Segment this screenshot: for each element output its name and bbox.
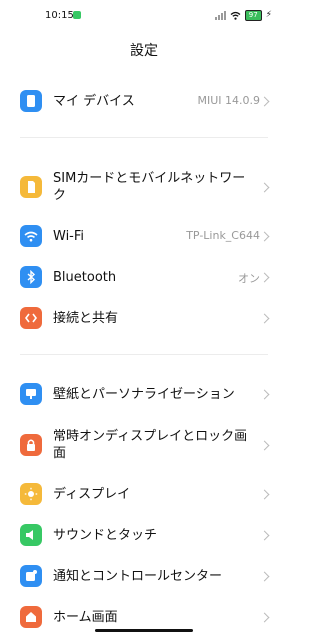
- settings-item-my-device[interactable]: マイ デバイス MIUI 14.0.9: [0, 84, 288, 118]
- item-label: Bluetooth: [53, 270, 117, 285]
- item-label: 常時オンディスプレイとロック画面: [53, 429, 248, 461]
- display-icon: [20, 483, 42, 505]
- settings-item-wallpaper[interactable]: 壁紙とパーソナライゼーション: [0, 377, 288, 411]
- chevron-right-icon: [259, 272, 270, 283]
- chevron-right-icon: [259, 440, 270, 451]
- settings-item-sound[interactable]: サウンドとタッチ: [0, 518, 288, 552]
- chevron-right-icon: [259, 530, 270, 541]
- item-label: 接続と共有: [53, 311, 119, 326]
- item-value: オン: [238, 272, 260, 285]
- chevron-right-icon: [259, 571, 270, 582]
- charging-icon: ⚡: [265, 10, 272, 20]
- gesture-bar[interactable]: [95, 629, 193, 632]
- wifi-icon: [20, 225, 42, 247]
- chevron-right-icon: [259, 96, 270, 107]
- divider: [20, 137, 268, 138]
- item-label: マイ デバイス: [53, 94, 135, 109]
- chevron-right-icon: [259, 313, 270, 324]
- settings-item-connection-sharing[interactable]: 接続と共有: [0, 301, 288, 335]
- status-bar: 10:15 97 ⚡: [0, 0, 288, 28]
- chevron-right-icon: [259, 231, 270, 242]
- item-label: ディスプレイ: [53, 487, 131, 502]
- item-label: サウンドとタッチ: [53, 528, 158, 543]
- wallpaper-icon: [20, 383, 42, 405]
- chevron-right-icon: [259, 489, 270, 500]
- item-value: TP-Link_C644: [186, 229, 260, 242]
- status-right: 97 ⚡: [214, 10, 272, 21]
- item-value: MIUI 14.0.9: [197, 94, 260, 107]
- signal-icon: [214, 11, 226, 20]
- battery-icon: 97: [244, 10, 262, 21]
- page-title: 設定: [130, 43, 158, 59]
- settings-item-lock-screen[interactable]: 常時オンディスプレイとロック画面: [0, 426, 288, 464]
- sound-icon: [20, 524, 42, 546]
- phone-icon: [20, 90, 42, 112]
- chevron-right-icon: [259, 612, 270, 623]
- chevron-right-icon: [259, 182, 270, 193]
- chevron-right-icon: [259, 389, 270, 400]
- settings-item-wifi[interactable]: Wi-Fi TP-Link_C644: [0, 219, 288, 253]
- settings-item-sim[interactable]: SIMカードとモバイルネットワーク: [0, 168, 288, 206]
- home-icon: [20, 606, 42, 628]
- notification-icon: [20, 565, 42, 587]
- item-label: ホーム画面: [53, 610, 118, 625]
- item-label: 壁紙とパーソナライゼーション: [53, 387, 235, 402]
- settings-item-bluetooth[interactable]: Bluetooth オン: [0, 260, 288, 294]
- item-label: Wi-Fi: [53, 229, 85, 244]
- notification-dot-icon: [73, 11, 81, 19]
- wifi-status-icon: [230, 11, 241, 20]
- sim-icon: [20, 176, 42, 198]
- lock-icon: [20, 434, 42, 456]
- settings-item-display[interactable]: ディスプレイ: [0, 477, 288, 511]
- share-icon: [20, 307, 42, 329]
- settings-item-notifications[interactable]: 通知とコントロールセンター: [0, 559, 288, 593]
- item-label: 通知とコントロールセンター: [53, 569, 223, 584]
- status-time: 10:15: [45, 10, 74, 21]
- divider: [20, 354, 268, 355]
- item-label: SIMカードとモバイルネットワーク: [53, 171, 246, 203]
- bluetooth-icon: [20, 266, 42, 288]
